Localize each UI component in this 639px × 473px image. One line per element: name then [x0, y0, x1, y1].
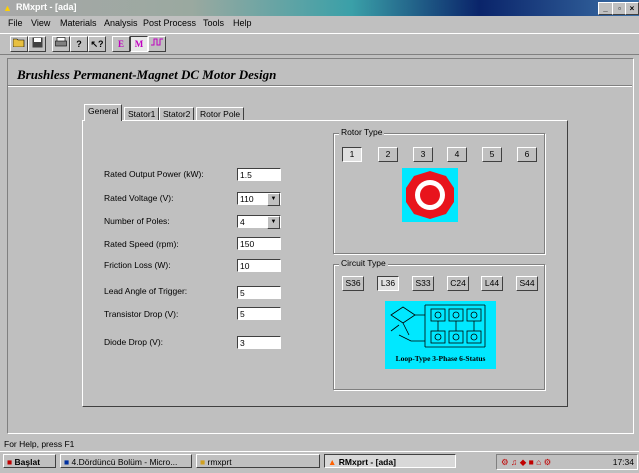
rotor-type-3-button[interactable]: 3: [413, 147, 433, 162]
rotor-type-title: Rotor Type: [339, 127, 385, 137]
word-document-icon: ■: [64, 457, 70, 467]
tab-general[interactable]: General: [84, 104, 123, 121]
rotor-type-6-button[interactable]: 6: [517, 147, 537, 162]
e-mode-button[interactable]: E: [112, 36, 130, 52]
status-text: For Help, press F1: [4, 439, 75, 449]
tab-stator2[interactable]: Stator2: [159, 107, 195, 121]
tab-stator1[interactable]: Stator1: [124, 107, 160, 121]
circuit-l36-button[interactable]: L36: [377, 276, 399, 291]
divider: [8, 85, 632, 87]
rotor-type-2-button[interactable]: 2: [378, 147, 398, 162]
tab-rotor-pole[interactable]: Rotor Pole: [196, 107, 245, 121]
waveform-icon[interactable]: [148, 36, 166, 52]
save-icon[interactable]: [28, 36, 46, 52]
app-icon[interactable]: ▲: [3, 3, 13, 13]
taskbar-item-folder[interactable]: ■ rmxprt: [196, 454, 320, 468]
open-folder-icon[interactable]: [10, 36, 28, 52]
window-title: RMxprt - [ada]: [16, 2, 77, 12]
diode-drop-label: Diode Drop (V):: [104, 337, 164, 347]
folder-icon: ■: [200, 457, 206, 467]
circuit-s44-button[interactable]: S44: [516, 276, 538, 291]
lead-angle-label: Lead Angle of Trigger:: [104, 286, 188, 296]
diode-drop-input[interactable]: 3: [237, 336, 281, 349]
context-help-icon[interactable]: ↖?: [88, 36, 106, 52]
taskbar-word-label: 4.Dördüncü Bolüm - Micro...: [71, 457, 178, 467]
start-button[interactable]: ■ Başlat: [3, 454, 56, 468]
taskbar-item-word[interactable]: ■ 4.Dördüncü Bolüm - Micro...: [60, 454, 192, 468]
status-bar: For Help, press F1: [0, 437, 639, 451]
circuit-l44-button[interactable]: L44: [481, 276, 503, 291]
taskbar-folder-label: rmxprt: [207, 457, 232, 467]
menu-materials[interactable]: Materials: [60, 18, 97, 28]
circuit-type-title: Circuit Type: [339, 258, 388, 268]
rated-speed-label: Rated Speed (rpm):: [104, 239, 179, 249]
rotor-diagram: [402, 168, 458, 222]
taskbar-item-rmxprt[interactable]: ▲ RMxprt - [ada]: [324, 454, 456, 468]
title-bar[interactable]: [0, 0, 639, 16]
circuit-c24-button[interactable]: C24: [447, 276, 469, 291]
circuit-s36-button[interactable]: S36: [342, 276, 364, 291]
chevron-down-icon[interactable]: ▼: [267, 193, 280, 206]
number-of-poles-value: 4: [240, 217, 245, 227]
clock: 17:34: [612, 457, 634, 467]
lead-angle-input[interactable]: 5: [237, 286, 281, 299]
help-icon[interactable]: ?: [70, 36, 88, 52]
transistor-drop-input[interactable]: 5: [237, 307, 281, 320]
page-title: Brushless Permanent-Magnet DC Motor Desi…: [17, 67, 277, 82]
transistor-drop-label: Transistor Drop (V):: [104, 309, 179, 319]
circuit-diagram: Loop-Type 3-Phase 6-Status: [385, 301, 496, 369]
number-of-poles-label: Number of Poles:: [104, 216, 170, 226]
rotor-type-4-button[interactable]: 4: [447, 147, 467, 162]
system-tray: ⚙ ♫ ◆ ■ ⌂ ⚙ 17:34: [496, 454, 638, 470]
rated-speed-input[interactable]: 150: [237, 237, 281, 250]
app-icon: ▲: [328, 457, 337, 467]
rated-output-power-input[interactable]: 1.5: [237, 168, 281, 181]
windows-logo-icon: ■: [7, 457, 13, 467]
friction-loss-input[interactable]: 10: [237, 259, 281, 272]
minimize-button[interactable]: _: [598, 2, 613, 15]
menu-post-process[interactable]: Post Process: [143, 18, 196, 28]
chevron-down-icon[interactable]: ▼: [267, 216, 280, 229]
rotor-type-1-button[interactable]: 1: [342, 147, 362, 162]
menu-view[interactable]: View: [31, 18, 50, 28]
start-label: Başlat: [14, 457, 41, 467]
rated-output-power-label: Rated Output Power (kW):: [104, 169, 204, 179]
rated-voltage-select[interactable]: 110 ▼: [237, 192, 281, 206]
menu-tools[interactable]: Tools: [203, 18, 224, 28]
taskbar-rmxprt-label: RMxprt - [ada]: [338, 457, 396, 467]
rated-voltage-label: Rated Voltage (V):: [104, 193, 174, 203]
close-button[interactable]: ×: [625, 2, 639, 15]
menu-analysis[interactable]: Analysis: [104, 18, 138, 28]
number-of-poles-select[interactable]: 4 ▼: [237, 215, 281, 229]
rated-voltage-value: 110: [240, 194, 254, 204]
print-icon[interactable]: [52, 36, 70, 52]
m-mode-button[interactable]: M: [130, 36, 148, 52]
circuit-caption: Loop-Type 3-Phase 6-Status: [395, 354, 486, 363]
friction-loss-label: Friction Loss (W):: [104, 260, 171, 270]
menu-file[interactable]: File: [8, 18, 23, 28]
menu-help[interactable]: Help: [233, 18, 252, 28]
circuit-s33-button[interactable]: S33: [412, 276, 434, 291]
rotor-type-5-button[interactable]: 5: [482, 147, 502, 162]
tray-icons[interactable]: ⚙ ♫ ◆ ■ ⌂ ⚙: [501, 455, 551, 469]
